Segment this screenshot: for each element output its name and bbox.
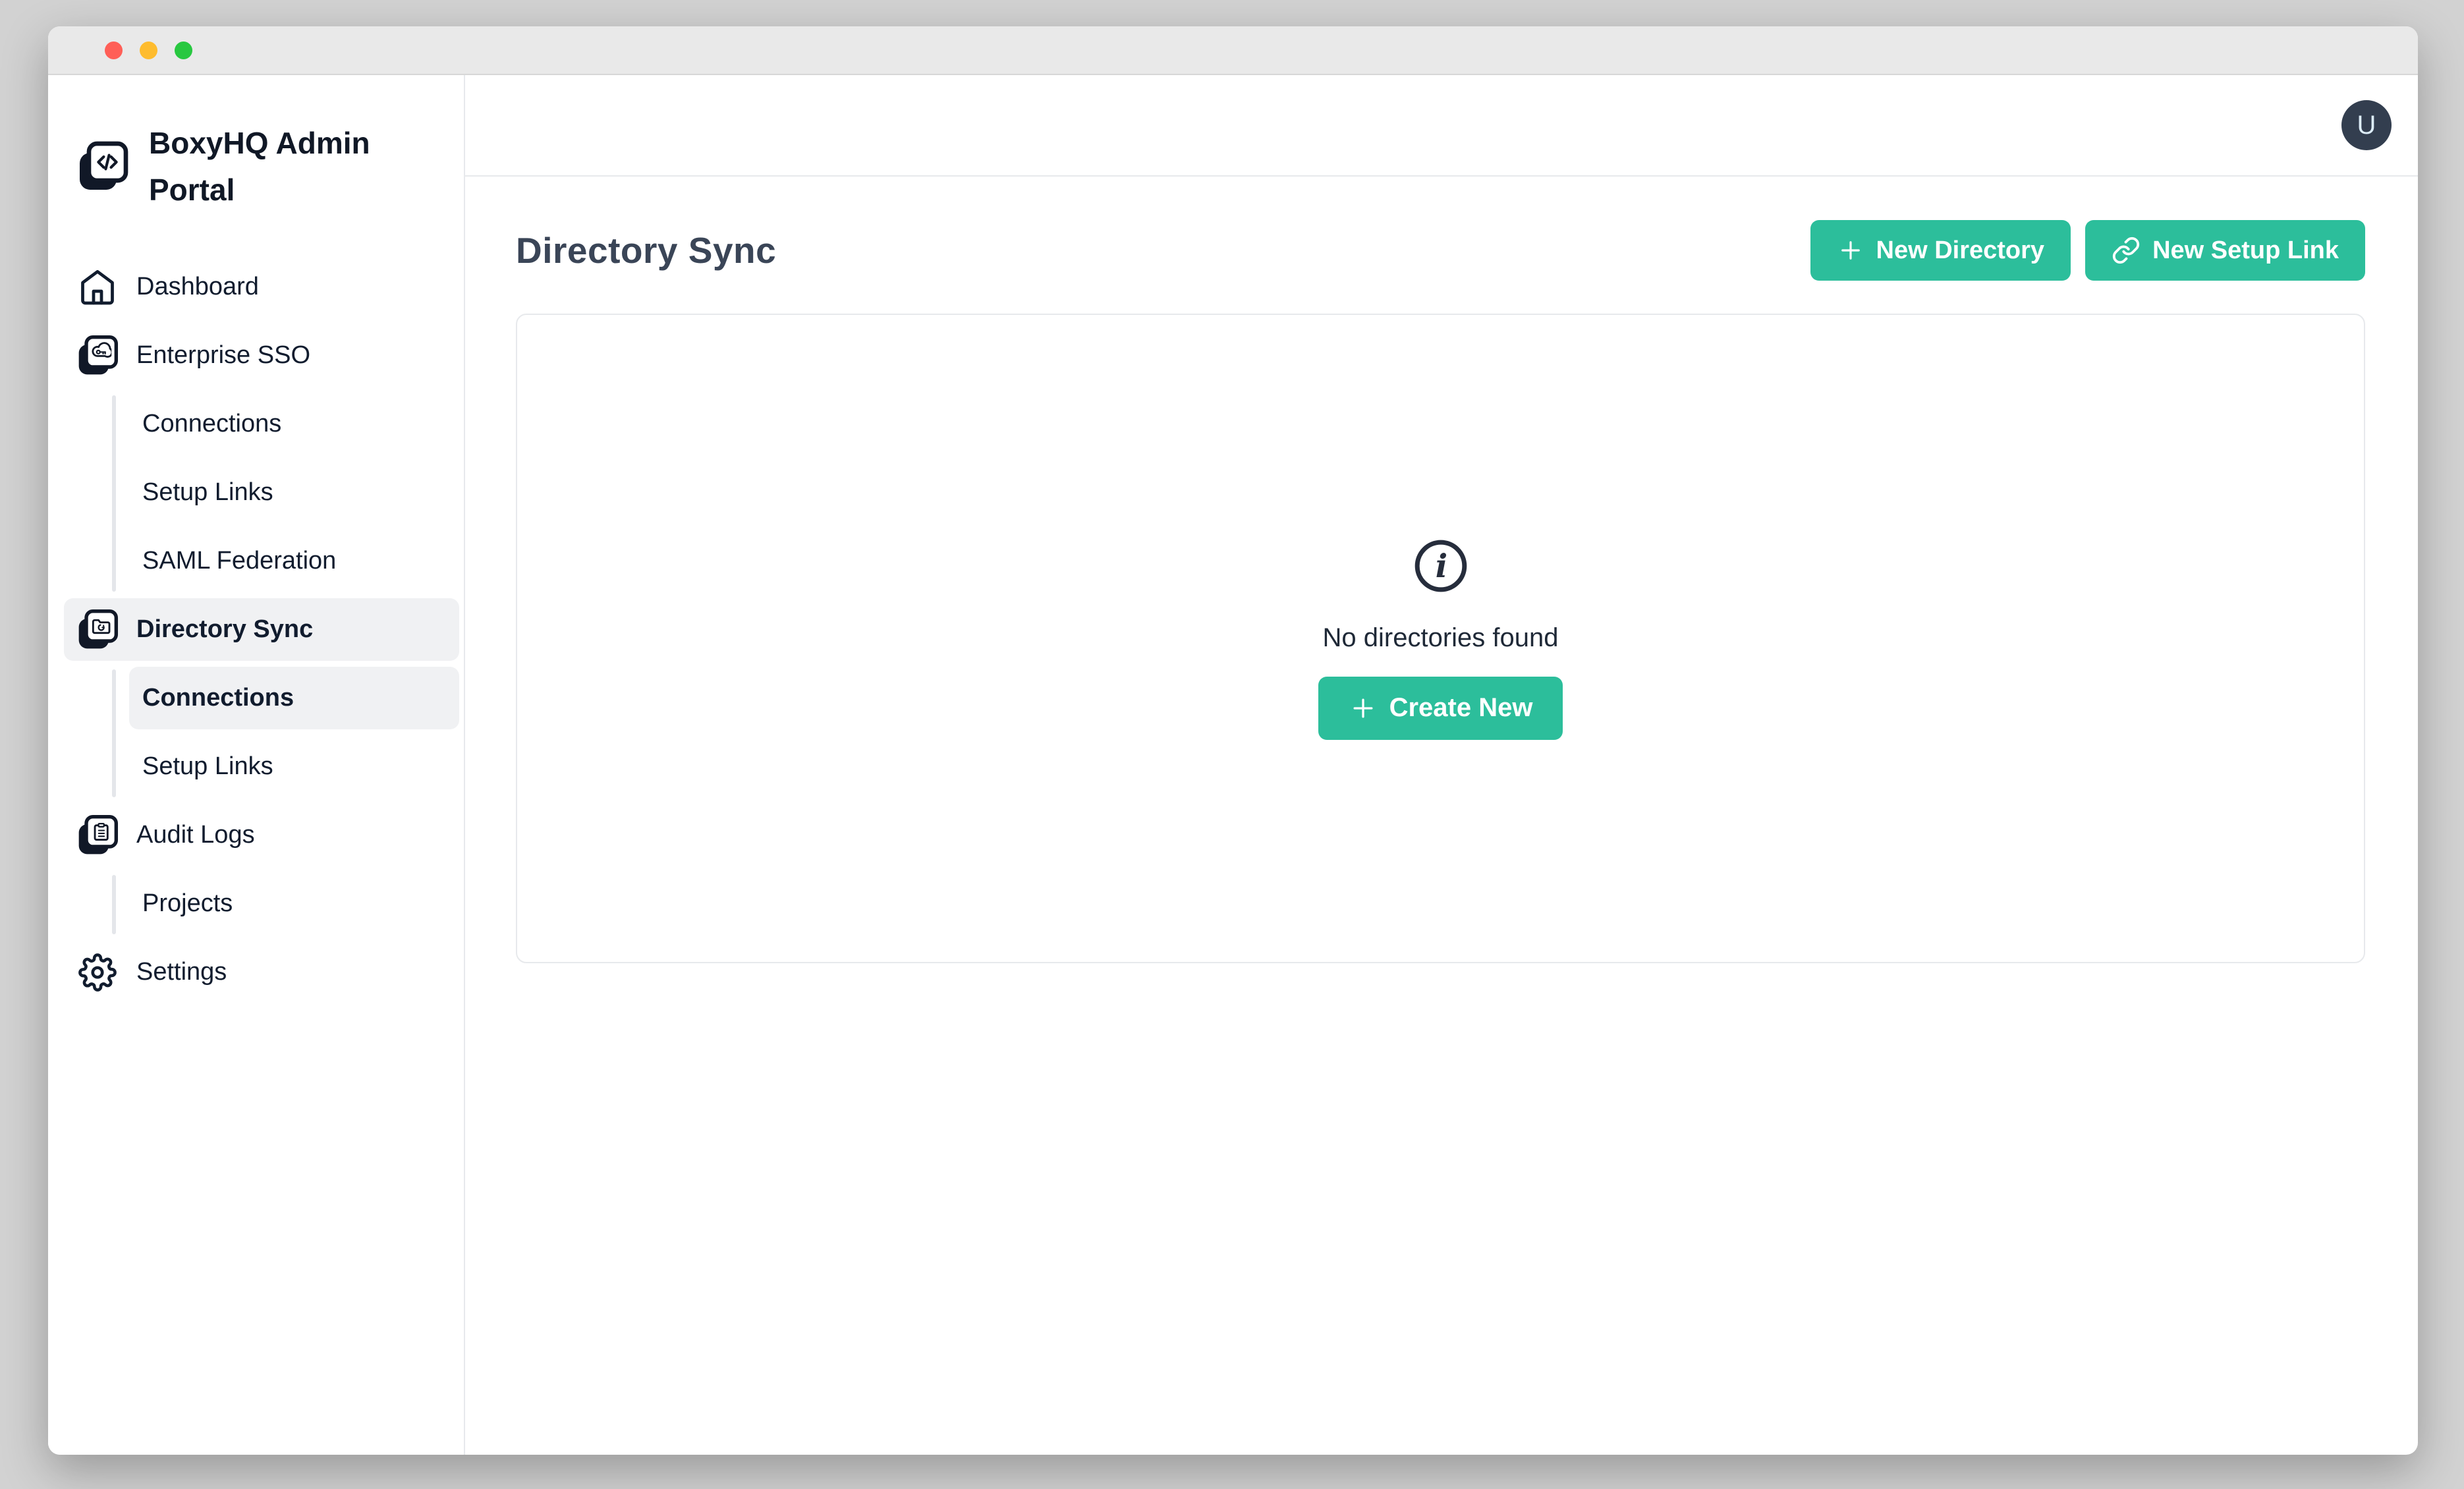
sidebar-item-label: Audit Logs <box>136 821 255 849</box>
page-title: Directory Sync <box>516 229 776 271</box>
directories-empty-card: i No directories found Create New <box>516 314 2365 963</box>
sidebar-item-enterprise-sso[interactable]: Enterprise SSO <box>64 324 459 387</box>
sidebar-item-label: Setup Links <box>142 752 273 781</box>
app-window: BoxyHQ Admin Portal Dashboard <box>48 26 2418 1455</box>
cloud-key-sticker-icon <box>74 333 121 379</box>
sidebar-item-dashboard[interactable]: Dashboard <box>64 256 459 318</box>
sidebar-item-label: Connections <box>142 684 294 712</box>
sidebar-nav: Dashboard <box>48 256 464 1009</box>
sidebar-item-projects[interactable]: Projects <box>129 872 459 935</box>
new-directory-button[interactable]: New Directory <box>1810 220 2071 281</box>
code-sticker-icon <box>75 139 130 194</box>
app-title: BoxyHQ Admin Portal <box>149 120 379 213</box>
sidebar-item-label: Setup Links <box>142 478 273 507</box>
sidebar-item-label: Projects <box>142 889 233 918</box>
sidebar-item-saml-federation[interactable]: SAML Federation <box>129 530 459 592</box>
user-avatar[interactable]: U <box>2341 100 2392 150</box>
link-icon <box>2112 236 2141 265</box>
sidebar-item-label: Dashboard <box>136 273 259 301</box>
clipboard-sticker-icon <box>74 812 121 858</box>
top-header: U <box>465 75 2418 177</box>
sidebar-item-dsync-setup-links[interactable]: Setup Links <box>129 735 459 798</box>
sidebar-item-label: Settings <box>136 958 227 986</box>
sidebar-group-audit-logs: Projects <box>48 872 464 941</box>
create-new-button[interactable]: Create New <box>1318 677 1563 740</box>
home-icon <box>74 264 121 310</box>
new-setup-link-label: New Setup Link <box>2152 237 2339 265</box>
plus-icon <box>1349 694 1378 723</box>
new-directory-label: New Directory <box>1876 237 2045 265</box>
sidebar-item-sso-setup-links[interactable]: Setup Links <box>129 461 459 524</box>
sidebar-item-directory-sync[interactable]: Directory Sync <box>64 598 459 661</box>
sidebar-item-label: Enterprise SSO <box>136 341 310 370</box>
window-titlebar <box>48 26 2418 75</box>
close-window-button[interactable] <box>105 42 123 59</box>
main-content: Directory Sync New Directory <box>465 177 2418 1455</box>
sidebar-item-settings[interactable]: Settings <box>64 941 459 1003</box>
page-actions: New Directory New Setup Link <box>1810 220 2365 281</box>
gear-icon <box>74 949 121 996</box>
info-icon: i <box>1413 538 1469 594</box>
sidebar-item-label: Connections <box>142 410 281 438</box>
sidebar-item-dsync-connections[interactable]: Connections <box>129 667 459 729</box>
sidebar-item-audit-logs[interactable]: Audit Logs <box>64 804 459 866</box>
sidebar-group-enterprise-sso: Connections Setup Links SAML Federation <box>48 393 464 598</box>
plus-icon <box>1837 237 1864 264</box>
folder-sync-sticker-icon <box>74 607 121 653</box>
sidebar: BoxyHQ Admin Portal Dashboard <box>48 75 465 1455</box>
svg-text:i: i <box>1435 548 1447 585</box>
create-new-label: Create New <box>1389 693 1533 723</box>
sidebar-group-directory-sync: Connections Setup Links <box>48 667 464 804</box>
sidebar-item-label: Directory Sync <box>136 615 313 644</box>
sidebar-item-sso-connections[interactable]: Connections <box>129 393 459 455</box>
sidebar-item-label: SAML Federation <box>142 547 336 575</box>
minimize-window-button[interactable] <box>140 42 157 59</box>
new-setup-link-button[interactable]: New Setup Link <box>2085 220 2365 281</box>
app-logo[interactable]: BoxyHQ Admin Portal <box>48 120 464 213</box>
zoom-window-button[interactable] <box>175 42 192 59</box>
avatar-letter: U <box>2357 111 2376 140</box>
empty-state-message: No directories found <box>1323 623 1559 653</box>
